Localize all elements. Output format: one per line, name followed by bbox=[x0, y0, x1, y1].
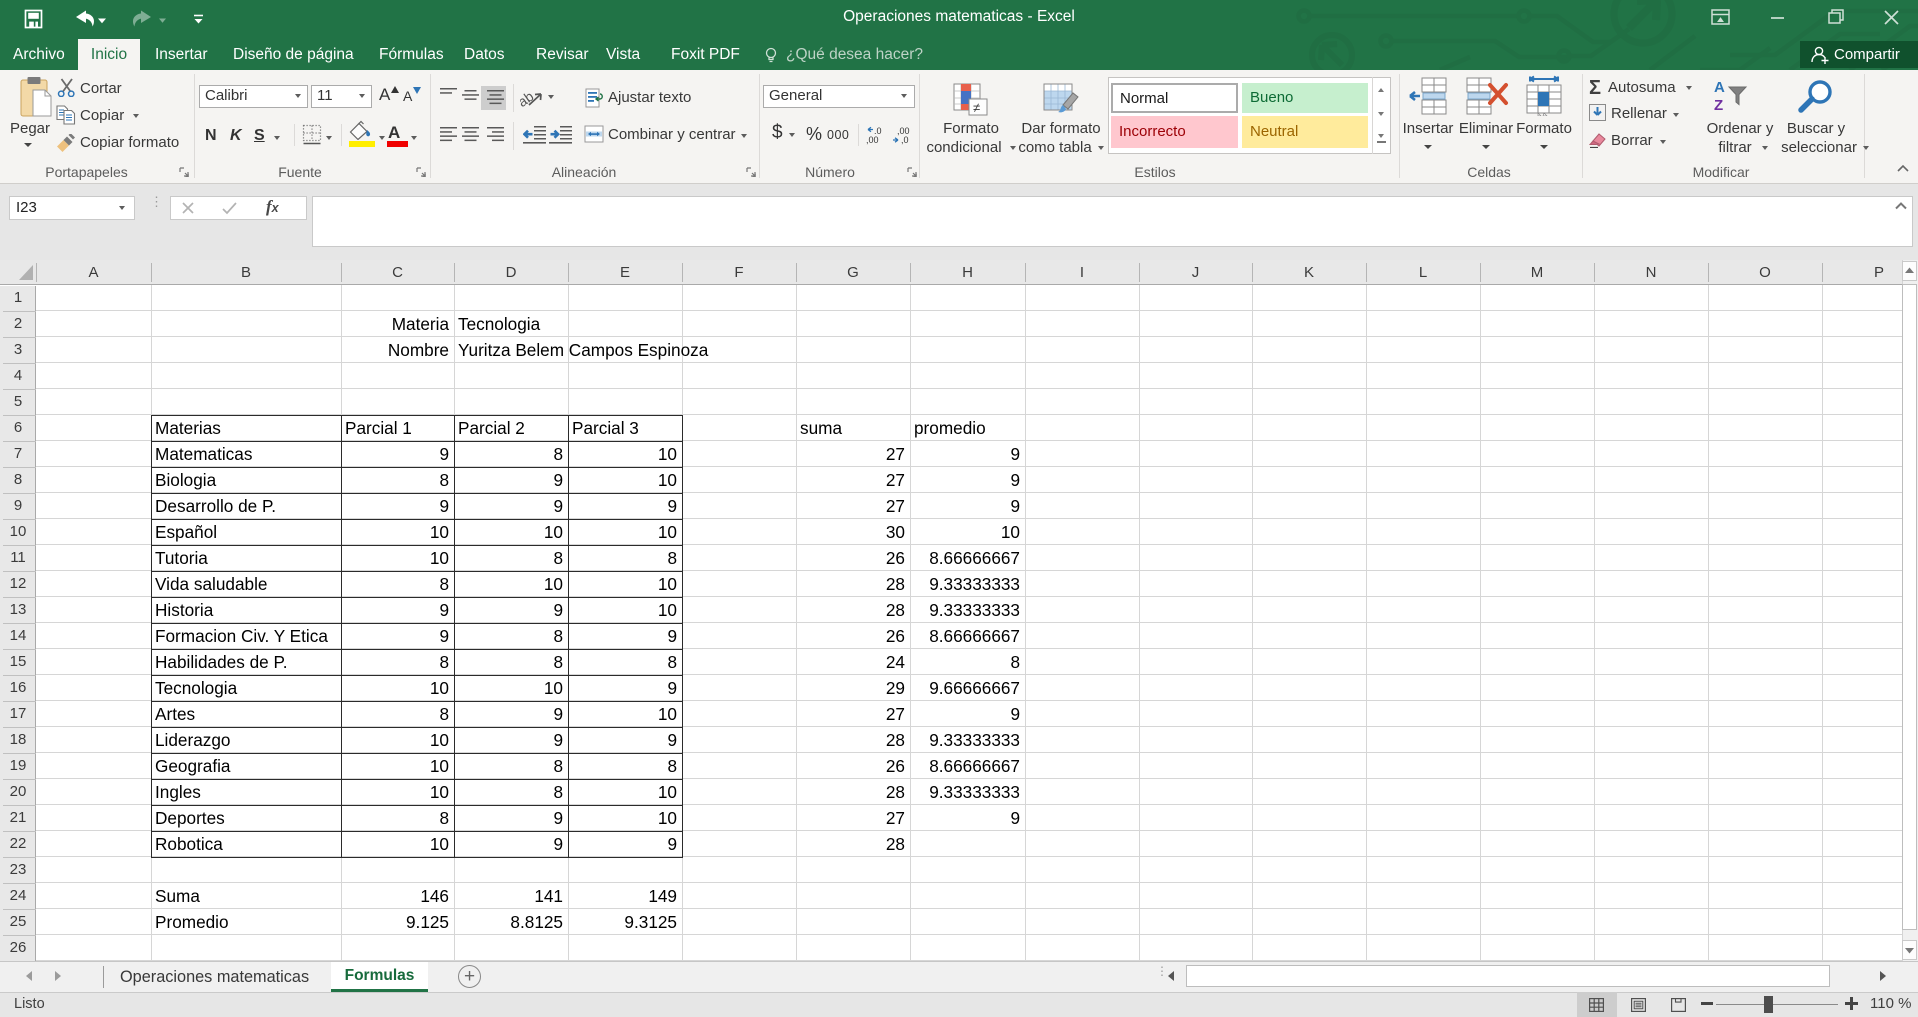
svg-text:,0: ,0 bbox=[901, 135, 909, 145]
svg-text:Z: Z bbox=[1714, 97, 1723, 114]
svg-text:,00: ,00 bbox=[866, 135, 879, 145]
svg-text:ab: ab bbox=[520, 88, 537, 109]
svg-text:A: A bbox=[1714, 79, 1725, 96]
svg-text:≠: ≠ bbox=[973, 100, 980, 115]
